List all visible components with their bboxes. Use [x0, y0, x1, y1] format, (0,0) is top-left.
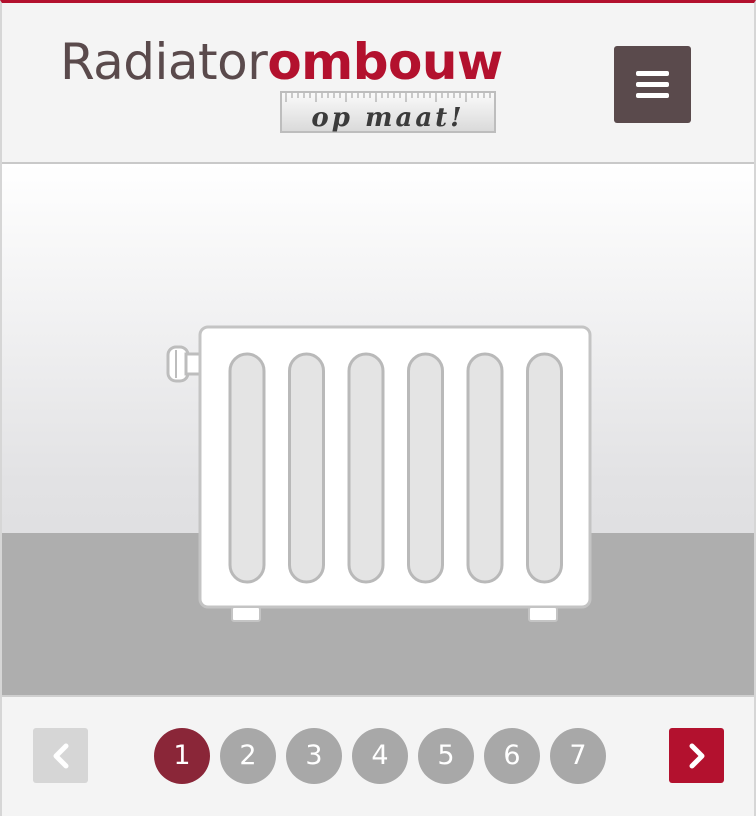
radiator-fin [228, 352, 266, 584]
logo[interactable]: Radiatorombouw op maat! [60, 31, 505, 139]
slide-stage [2, 164, 754, 695]
page-dot-1[interactable]: 1 [154, 728, 210, 784]
page-dot-7[interactable]: 7 [550, 728, 606, 784]
next-slide-button[interactable] [669, 728, 724, 783]
site-header: Radiatorombouw op maat! [2, 3, 754, 164]
hamburger-icon-bar [636, 82, 669, 87]
radiator-fin [407, 352, 444, 584]
logo-ruler: op maat! [280, 91, 496, 133]
menu-button[interactable] [614, 46, 691, 123]
page-dot-3[interactable]: 3 [286, 728, 342, 784]
logo-word-part1: Radiator [60, 33, 268, 91]
radiator-fin [526, 352, 563, 584]
chevron-left-icon [53, 743, 68, 768]
radiator-foot-right [528, 606, 558, 622]
radiator-fin [466, 352, 504, 584]
slider-pagination: 1 2 3 4 5 6 7 [2, 695, 754, 816]
radiator-illustration [166, 325, 592, 622]
page-dot-5[interactable]: 5 [418, 728, 474, 784]
radiator-fin [288, 352, 325, 584]
logo-wordmark: Radiatorombouw [60, 31, 503, 93]
logo-tagline: op maat! [311, 103, 465, 133]
page-dot-2[interactable]: 2 [220, 728, 276, 784]
previous-slide-button[interactable] [33, 728, 88, 783]
page-frame: Radiatorombouw op maat! 1 2 3 4 5 6 7 [0, 0, 756, 816]
page-dots: 1 2 3 4 5 6 7 [152, 728, 612, 784]
hamburger-icon [636, 71, 669, 76]
radiator-foot-left [231, 606, 261, 622]
page-dot-4[interactable]: 4 [352, 728, 408, 784]
radiator-fin [347, 352, 385, 584]
hamburger-icon-bar [636, 93, 669, 98]
chevron-right-icon [689, 743, 704, 768]
page-dot-6[interactable]: 6 [484, 728, 540, 784]
logo-word-part2: ombouw [267, 33, 503, 91]
